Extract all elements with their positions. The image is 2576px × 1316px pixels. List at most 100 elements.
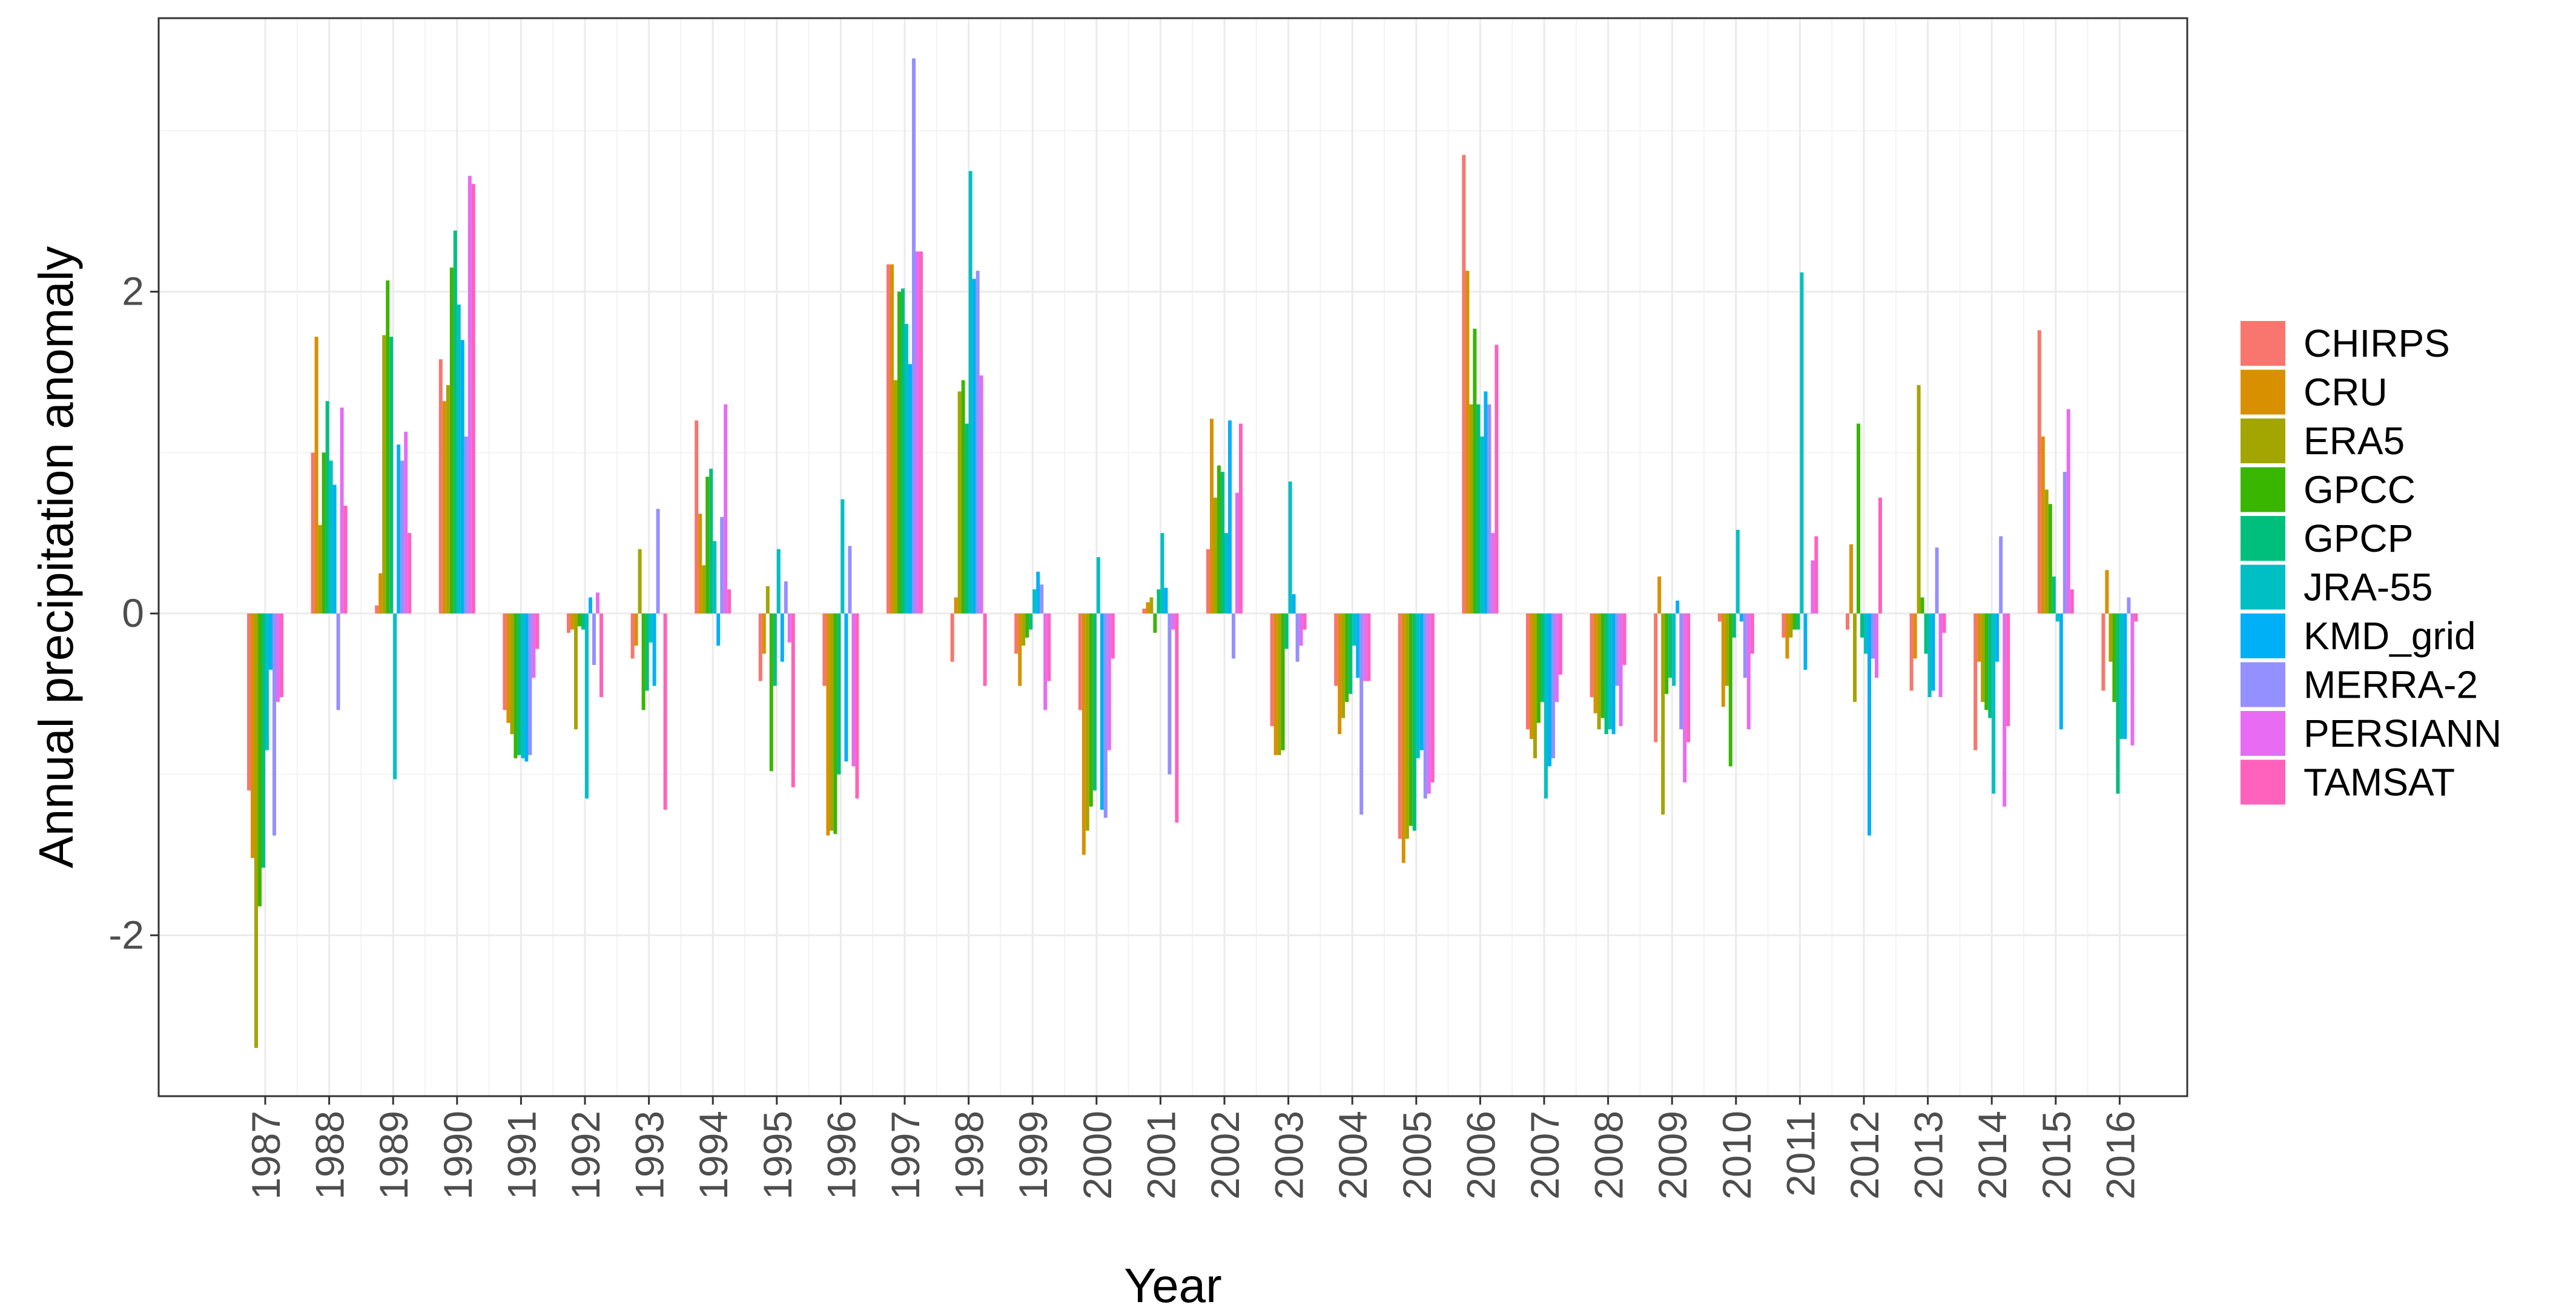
- bar-gpcp-2003: [1284, 613, 1289, 649]
- bar-kmd-grid-1991: [524, 613, 529, 762]
- bar-persiann-2015: [2066, 409, 2070, 613]
- bar-kmd-grid-2008: [1611, 613, 1616, 735]
- bar-jra-55-2010: [1735, 529, 1740, 613]
- bar-kmd-grid-1998: [972, 279, 976, 613]
- bar-persiann-2002: [1235, 492, 1239, 613]
- bar-tamsat-2009: [1686, 613, 1691, 742]
- x-tick-label: 2016: [2098, 1111, 2142, 1200]
- bar-jra-55-2015: [2055, 613, 2059, 622]
- bar-tamsat-2000: [1111, 613, 1115, 659]
- bar-gpcc-2005: [1409, 613, 1413, 826]
- x-tick-label: 2009: [1650, 1111, 1695, 1200]
- bar-cru-2003: [1273, 613, 1278, 755]
- bar-tamsat-2010: [1750, 613, 1754, 654]
- bar-chirps-1992: [567, 613, 570, 633]
- x-tick-label: 2014: [1970, 1111, 2015, 1200]
- bar-chirps-1991: [503, 613, 507, 710]
- bar-jra-55-1992: [585, 613, 589, 799]
- bar-chirps-2005: [1398, 613, 1402, 839]
- bar-era5-1989: [382, 335, 386, 613]
- x-tick-label: 2001: [1138, 1111, 1183, 1200]
- bar-chirps-1990: [438, 359, 443, 613]
- bar-merra-2-2002: [1232, 613, 1235, 659]
- bar-cru-1991: [506, 613, 510, 723]
- bar-gpcp-2009: [1668, 613, 1673, 678]
- bar-chirps-1999: [1014, 613, 1019, 654]
- bar-cru-2015: [2041, 436, 2045, 613]
- bar-gpcc-1994: [705, 477, 710, 613]
- bar-era5-1994: [702, 565, 706, 613]
- bar-era5-2009: [1661, 613, 1665, 815]
- bar-tamsat-1998: [983, 613, 987, 686]
- bar-cru-2011: [1785, 613, 1789, 659]
- bar-tamsat-1994: [727, 589, 732, 613]
- bar-gpcc-2003: [1281, 613, 1285, 750]
- bar-chirps-2013: [1909, 613, 1914, 691]
- legend-label: JRA-55: [2304, 566, 2432, 609]
- bar-kmd-grid-2016: [2123, 613, 2127, 739]
- x-tick-label: 1997: [883, 1111, 928, 1200]
- bar-gpcp-1999: [1029, 613, 1033, 630]
- bar-tamsat-2002: [1239, 423, 1243, 613]
- bar-era5-1997: [894, 380, 897, 613]
- bar-chirps-1998: [950, 613, 954, 662]
- legend-key-tamsat: [2241, 759, 2285, 805]
- bar-persiann-2006: [1491, 533, 1495, 613]
- bar-gpcp-2004: [1349, 613, 1353, 694]
- bar-tamsat-2015: [2070, 589, 2074, 613]
- x-tick-label: 1998: [947, 1111, 992, 1200]
- legend-label: GPCC: [2304, 468, 2416, 512]
- bar-era5-2006: [1469, 404, 1473, 613]
- x-tick-label: 1991: [499, 1111, 544, 1200]
- bar-cru-1995: [762, 613, 766, 654]
- bar-era5-2014: [1981, 613, 1985, 703]
- bar-cru-2007: [1530, 613, 1533, 739]
- bar-cru-2004: [1338, 613, 1342, 735]
- bar-jra-55-1987: [265, 613, 269, 750]
- bar-merra-2-1987: [272, 613, 276, 836]
- bar-era5-1998: [957, 391, 962, 613]
- bar-jra-55-2000: [1096, 557, 1100, 613]
- x-tick-label: 1989: [371, 1111, 416, 1200]
- bar-chirps-2003: [1270, 613, 1274, 726]
- bar-gpcp-2014: [1988, 613, 1992, 718]
- bar-era5-2005: [1405, 613, 1409, 839]
- bar-gpcp-1991: [517, 613, 521, 755]
- bar-chirps-2012: [1846, 613, 1849, 630]
- bar-kmd-grid-1994: [716, 613, 721, 646]
- bar-kmd-grid-2005: [1419, 613, 1424, 750]
- bar-era5-1991: [510, 613, 514, 735]
- bar-era5-1999: [1022, 613, 1026, 646]
- bar-jra-55-1998: [968, 171, 973, 613]
- bar-gpcc-2011: [1792, 613, 1797, 630]
- bar-gpcp-2016: [2116, 613, 2120, 794]
- bar-jra-55-1995: [776, 549, 781, 613]
- bar-jra-55-1991: [521, 613, 525, 759]
- bar-cru-2002: [1210, 418, 1214, 613]
- bar-gpcp-2000: [1092, 613, 1097, 791]
- bar-jra-55-1990: [457, 304, 461, 613]
- bar-chirps-1993: [630, 613, 635, 659]
- bar-gpcp-2010: [1732, 613, 1736, 638]
- bar-jra-55-2013: [1927, 613, 1932, 698]
- bar-merra-2-2004: [1359, 613, 1364, 815]
- bar-gpcp-2015: [2052, 576, 2056, 613]
- bar-kmd-grid-2004: [1356, 613, 1360, 678]
- bar-persiann-2007: [1555, 613, 1559, 703]
- x-tick-label: 2005: [1395, 1111, 1439, 1200]
- x-tick-label: 2003: [1267, 1111, 1312, 1200]
- bar-jra-55-2008: [1608, 613, 1612, 730]
- legend-key-chirps: [2241, 321, 2285, 366]
- bar-gpcp-1990: [453, 230, 457, 613]
- bar-persiann-1993: [659, 613, 664, 614]
- bar-jra-55-1997: [905, 323, 908, 613]
- bar-merra-2-2008: [1615, 613, 1619, 686]
- bar-persiann-1995: [787, 613, 791, 643]
- x-tick-label: 2010: [1714, 1111, 1759, 1200]
- bar-cru-2006: [1465, 271, 1470, 613]
- bar-gpcc-2008: [1600, 613, 1605, 718]
- bar-jra-55-1993: [649, 613, 653, 643]
- bar-persiann-2010: [1746, 613, 1751, 730]
- bar-persiann-2013: [1938, 613, 1943, 698]
- bar-gpcc-2015: [2048, 504, 2052, 613]
